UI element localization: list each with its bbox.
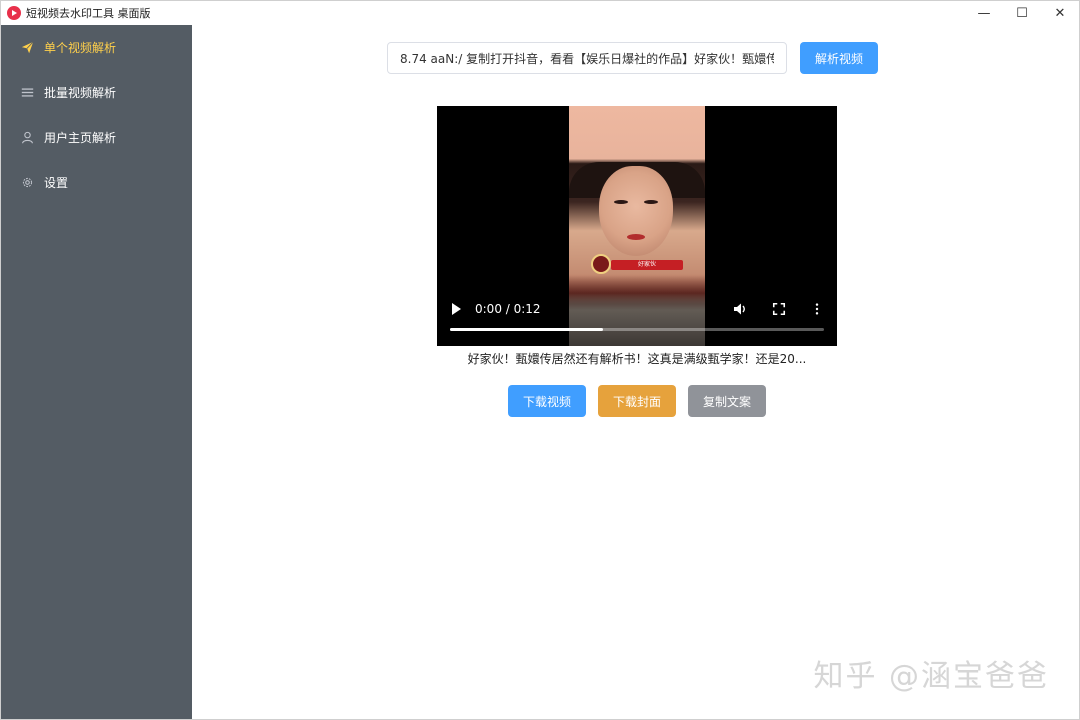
share-link-input[interactable] <box>387 42 787 74</box>
watermark: 知乎 @涵宝爸爸 <box>813 659 1049 694</box>
avatar <box>591 254 611 274</box>
close-button[interactable]: ✕ <box>1041 1 1079 25</box>
face-shape <box>599 166 673 256</box>
sidebar-item-label: 设置 <box>44 176 69 190</box>
progress-track[interactable] <box>450 328 824 331</box>
window-controls: — ☐ ✕ <box>965 1 1079 25</box>
sidebar-item-batch-video[interactable]: 批量视频解析 <box>1 70 192 115</box>
eye-shape <box>614 200 628 204</box>
copy-text-button[interactable]: 复制文案 <box>688 385 766 417</box>
app-window: 短视频去水印工具 桌面版 — ☐ ✕ 单个视频解析 批量视频解析 用户主页解析 <box>0 0 1080 720</box>
gear-icon <box>20 176 34 190</box>
more-options-icon[interactable] <box>808 300 826 318</box>
sidebar-item-label: 批量视频解析 <box>44 86 117 100</box>
download-video-button[interactable]: 下载视频 <box>508 385 586 417</box>
user-icon <box>20 131 34 145</box>
sidebar-item-user-profile[interactable]: 用户主页解析 <box>1 115 192 160</box>
window-title: 短视频去水印工具 桌面版 <box>26 7 151 20</box>
minimize-button[interactable]: — <box>965 1 1003 25</box>
sidebar-item-label: 用户主页解析 <box>44 131 117 145</box>
sidebar-item-settings[interactable]: 设置 <box>1 160 192 205</box>
download-cover-button[interactable]: 下载封面 <box>598 385 676 417</box>
sidebar: 单个视频解析 批量视频解析 用户主页解析 设置 <box>1 25 192 719</box>
time-display: 0:00 / 0:12 <box>475 302 541 316</box>
title-bar: 短视频去水印工具 桌面版 — ☐ ✕ <box>1 1 1079 25</box>
menu-icon <box>20 86 34 100</box>
progress-fill <box>450 328 604 331</box>
play-button[interactable] <box>449 302 463 316</box>
send-icon <box>20 41 34 55</box>
video-subtitle-tag: 好家伙 <box>611 260 683 270</box>
fullscreen-icon[interactable] <box>770 300 788 318</box>
app-logo-icon <box>7 6 21 20</box>
eye-shape <box>644 200 658 204</box>
video-caption: 好家伙！甄嬛传居然还有解析书！这真是满级甄学家！还是20... <box>467 352 807 366</box>
parse-video-button[interactable]: 解析视频 <box>800 42 878 74</box>
sidebar-item-label: 单个视频解析 <box>44 41 117 55</box>
volume-icon[interactable] <box>731 300 749 318</box>
main-content: 解析视频 好家伙 0:00 / 0:12 <box>192 25 1079 719</box>
sidebar-item-single-video[interactable]: 单个视频解析 <box>1 25 192 70</box>
video-player[interactable]: 好家伙 0:00 / 0:12 <box>437 106 837 346</box>
maximize-button[interactable]: ☐ <box>1003 1 1041 25</box>
lips-shape <box>627 234 645 240</box>
